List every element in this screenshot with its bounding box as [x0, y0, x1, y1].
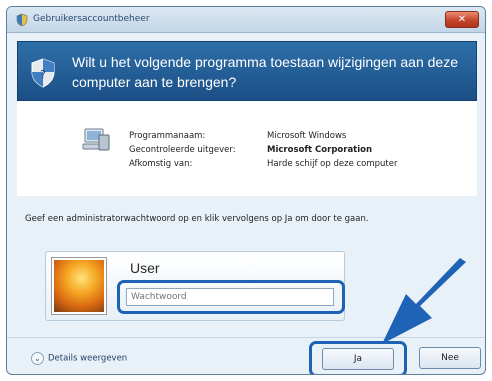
chevron-down-icon: ⌄	[31, 352, 44, 365]
close-button[interactable]: ✕	[445, 11, 479, 28]
banner-message: Wilt u het volgende programma toestaan w…	[72, 54, 459, 90]
details-label: Details weergeven	[48, 353, 128, 364]
program-name-label: Programmanaam:	[129, 131, 206, 141]
warning-banner: ? Wilt u het volgende programma toestaan…	[17, 41, 477, 101]
origin-row: Afkomstig van: Harde schijf op deze comp…	[129, 159, 398, 169]
window-title: Gebruikersaccountbeheer	[33, 14, 150, 24]
username-label: User	[130, 260, 160, 276]
password-input[interactable]	[126, 288, 334, 306]
program-icon	[82, 128, 110, 151]
publisher-label: Gecontroleerde uitgever:	[129, 145, 236, 155]
publisher-row: Gecontroleerde uitgever: Microsoft Corpo…	[129, 145, 372, 155]
title-bar: Gebruikersaccountbeheer ✕	[7, 7, 485, 33]
svg-text:?: ?	[40, 68, 46, 81]
instruction-text: Geef een administratorwachtwoord op en k…	[25, 214, 369, 224]
origin-value: Harde schijf op deze computer	[267, 159, 398, 169]
shield-icon: ?	[31, 58, 55, 88]
user-avatar	[52, 258, 106, 314]
origin-label: Afkomstig van:	[129, 159, 193, 169]
program-details: Programmanaam: Microsoft Windows Gecontr…	[17, 101, 477, 196]
pointer-arrow-icon	[382, 258, 466, 344]
details-toggle[interactable]: ⌄ Details weergeven	[31, 352, 127, 365]
shield-icon	[16, 13, 28, 27]
password-highlight	[117, 280, 345, 314]
program-name-value: Microsoft Windows	[267, 131, 347, 141]
program-name-row: Programmanaam: Microsoft Windows	[129, 131, 346, 141]
publisher-value: Microsoft Corporation	[267, 145, 373, 155]
